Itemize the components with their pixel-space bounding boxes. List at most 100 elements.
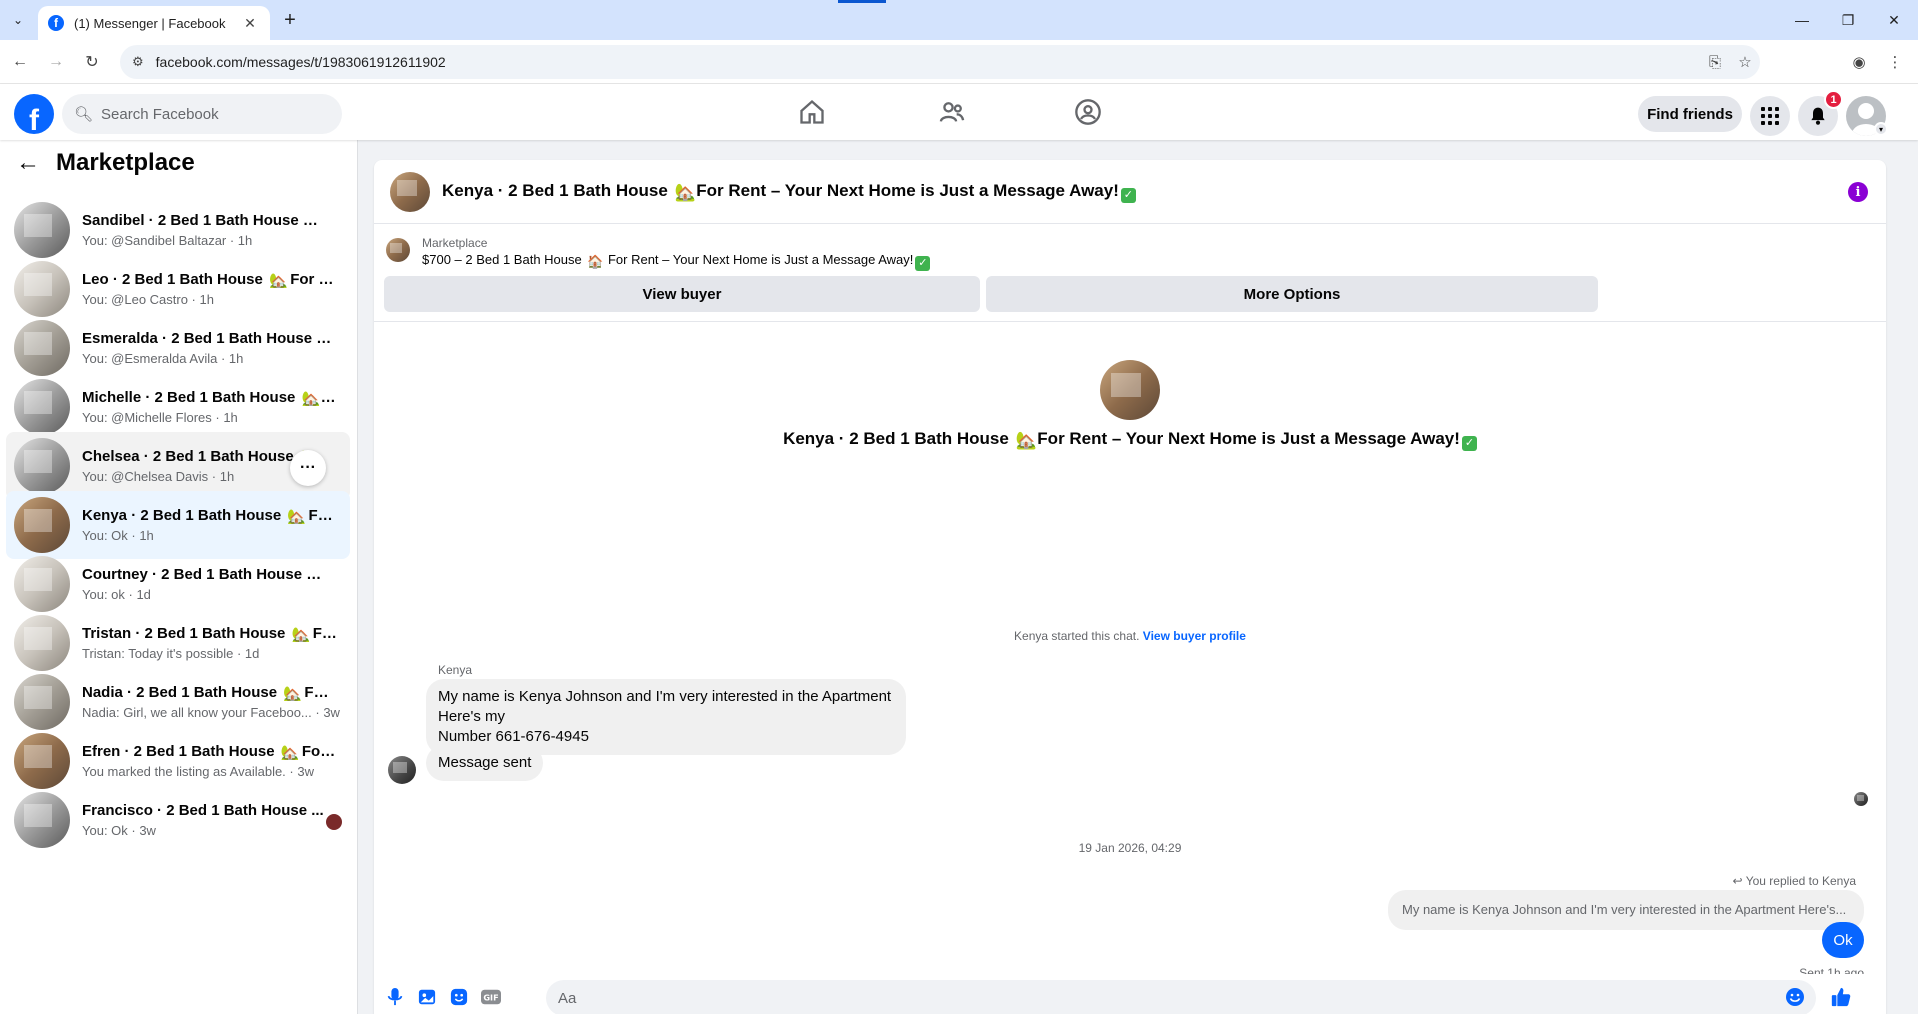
conversation-info-icon[interactable]: i bbox=[1848, 182, 1868, 202]
account-chevron-down-icon[interactable]: ▾ bbox=[1874, 122, 1888, 136]
friends-nav-icon[interactable] bbox=[932, 92, 972, 132]
search-icon: 🔍︎ bbox=[74, 106, 94, 123]
house-emoji-icon: 🏡 bbox=[318, 332, 337, 347]
sidebar-title: Marketplace bbox=[56, 149, 195, 176]
tab-search-chevron-icon[interactable]: ⌄ bbox=[6, 8, 30, 32]
conversation-item-sandibel[interactable]: Sandibel · 2 Bed 1 Bath House 🏡 F... You… bbox=[6, 196, 350, 264]
view-buyer-button[interactable]: View buyer bbox=[384, 276, 980, 312]
incoming-message-bubble[interactable]: My name is Kenya Johnson and I'm very in… bbox=[426, 679, 906, 755]
check-mark-emoji-icon: ✓ bbox=[915, 256, 931, 271]
conversation-item-courtney[interactable]: Courtney · 2 Bed 1 Bath House 🏡 ... You:… bbox=[6, 550, 350, 618]
url-text[interactable]: facebook.com/messages/t/1983061912611902 bbox=[156, 54, 1700, 70]
home-nav-icon[interactable] bbox=[792, 92, 832, 132]
search-input[interactable] bbox=[101, 105, 322, 123]
conversation-item-efren[interactable]: Efren · 2 Bed 1 Bath House 🏡 For ... You… bbox=[6, 727, 350, 795]
conversation-item-tristan[interactable]: Tristan · 2 Bed 1 Bath House 🏡 Fo... Tri… bbox=[6, 609, 350, 677]
quoted-message[interactable]: My name is Kenya Johnson and I'm very in… bbox=[1388, 890, 1864, 930]
conversation-name: Tristan · 2 Bed 1 Bath House 🏡 Fo... bbox=[82, 625, 337, 642]
conversation-avatar bbox=[14, 615, 70, 671]
conversation-name: Courtney · 2 Bed 1 Bath House 🏡 ... bbox=[82, 566, 337, 583]
browser-menu-icon[interactable]: ⋮ bbox=[1882, 50, 1908, 74]
back-arrow-icon[interactable]: ← bbox=[16, 149, 40, 177]
message-input[interactable] bbox=[546, 980, 1816, 1014]
groups-nav-icon[interactable] bbox=[1068, 92, 1108, 132]
facebook-favicon-icon: f bbox=[48, 15, 64, 31]
facebook-logo-icon[interactable]: f bbox=[14, 94, 54, 134]
conversation-name: Esmeralda · 2 Bed 1 Bath House 🏡 ... bbox=[82, 330, 337, 347]
outgoing-message-bubble[interactable]: Ok bbox=[1822, 922, 1864, 958]
restore-window-icon[interactable]: ❐ bbox=[1826, 0, 1870, 40]
conversation-item-kenya[interactable]: Kenya · 2 Bed 1 Bath House 🏡 For... You:… bbox=[6, 491, 350, 559]
facebook-search-box[interactable]: 🔍︎ bbox=[62, 94, 342, 134]
listing-title[interactable]: $700 – 2 Bed 1 Bath House 🏠 For Rent – Y… bbox=[422, 252, 931, 271]
conversation-item-nadia[interactable]: Nadia · 2 Bed 1 Bath House 🏡 For ... Nad… bbox=[6, 668, 350, 736]
house-emoji-icon: 🏡 bbox=[674, 182, 696, 202]
find-friends-button[interactable]: Find friends bbox=[1638, 96, 1742, 132]
close-window-icon[interactable]: ✕ bbox=[1872, 0, 1916, 40]
conversation-avatar bbox=[14, 438, 70, 494]
listing-thumbnail[interactable] bbox=[386, 238, 410, 262]
house-emoji-icon: 🏡 bbox=[283, 686, 302, 701]
conversation-item-francisco[interactable]: Francisco · 2 Bed 1 Bath House ... You: … bbox=[6, 786, 350, 854]
gif-icon[interactable]: GIF bbox=[480, 986, 502, 1008]
conversation-more-options-icon[interactable]: ··· bbox=[290, 450, 326, 486]
message-text-line: Number 661-676-4945 bbox=[438, 728, 589, 745]
install-app-icon[interactable]: ⎘ bbox=[1700, 54, 1730, 71]
site-info-icon[interactable]: ⚙ bbox=[132, 54, 144, 70]
conversation-avatar bbox=[14, 320, 70, 376]
conversation-name: Sandibel · 2 Bed 1 Bath House 🏡 F... bbox=[82, 212, 337, 229]
more-options-button[interactable]: More Options bbox=[986, 276, 1598, 312]
view-buyer-profile-link[interactable]: View buyer profile bbox=[1143, 629, 1246, 643]
incoming-message-bubble[interactable]: Message sent bbox=[426, 745, 544, 781]
house-emoji-icon: 🏡 bbox=[1015, 431, 1037, 450]
conversation-preview: You: Ok · 3w bbox=[82, 823, 156, 838]
sender-avatar[interactable] bbox=[388, 756, 416, 784]
forward-arrow-icon[interactable]: → bbox=[44, 50, 68, 74]
conversation-preview: You marked the listing as Available. · 3… bbox=[82, 764, 314, 779]
omnibox[interactable]: ⚙ facebook.com/messages/t/19830619126119… bbox=[120, 45, 1760, 79]
house-emoji-icon: 🏡 bbox=[269, 273, 288, 288]
facebook-header: f 🔍︎ Find friends 1 ▾ bbox=[0, 84, 1918, 140]
house-emoji-icon: 🏡 bbox=[287, 509, 307, 524]
chat-started-notice: Kenya started this chat. View buyer prof… bbox=[374, 629, 1886, 643]
profile-icon[interactable]: ◉ bbox=[1846, 50, 1872, 74]
seen-avatar bbox=[326, 814, 342, 830]
house-emoji-icon: 🏡 bbox=[291, 627, 311, 642]
chat-title[interactable]: Kenya · 2 Bed 1 Bath House 🏡 For Rent – … bbox=[442, 181, 1136, 203]
conversation-item-leo[interactable]: Leo · 2 Bed 1 Bath House 🏡 For R... You:… bbox=[6, 255, 350, 323]
intro-title: Kenya · 2 Bed 1 Bath House 🏡 For Rent – … bbox=[374, 429, 1886, 451]
check-mark-emoji-icon: ✓ bbox=[1120, 187, 1136, 203]
emoji-icon[interactable] bbox=[1784, 986, 1806, 1008]
conversation-item-chelsea[interactable]: Chelsea · 2 Bed 1 Bath House 🏡 You: @Che… bbox=[6, 432, 350, 500]
browser-tab-bar: ⌄ f (1) Messenger | Facebook ✕ + — ❐ ✕ bbox=[0, 0, 1918, 40]
photo-attach-icon[interactable] bbox=[416, 986, 438, 1008]
svg-text:GIF: GIF bbox=[483, 993, 498, 1003]
conversation-preview: You: ok · 1d bbox=[82, 587, 151, 602]
reload-icon[interactable]: ↻ bbox=[80, 50, 104, 74]
chat-header-avatar[interactable] bbox=[390, 171, 430, 212]
reply-arrow-icon: ↩︎ bbox=[1732, 874, 1746, 888]
tab-close-icon[interactable]: ✕ bbox=[240, 15, 260, 32]
new-tab-plus-icon[interactable]: + bbox=[278, 8, 302, 32]
browser-tab-messenger[interactable]: f (1) Messenger | Facebook ✕ bbox=[38, 6, 270, 40]
read-receipt-avatar bbox=[1854, 792, 1868, 806]
conversation-item-esmeralda[interactable]: Esmeralda · 2 Bed 1 Bath House 🏡 ... You… bbox=[6, 314, 350, 382]
conversation-avatar bbox=[14, 497, 70, 553]
menu-grid-icon[interactable] bbox=[1750, 96, 1790, 136]
minimize-window-icon[interactable]: — bbox=[1780, 0, 1824, 40]
house-emoji-icon: 🏡 bbox=[280, 745, 300, 760]
conversation-avatar bbox=[14, 674, 70, 730]
conversation-panel: Kenya · 2 Bed 1 Bath House 🏡 For Rent – … bbox=[374, 160, 1886, 1014]
thumbs-up-icon[interactable] bbox=[1830, 986, 1852, 1008]
microphone-icon[interactable] bbox=[384, 986, 406, 1008]
conversation-avatar bbox=[14, 792, 70, 848]
sticker-icon[interactable] bbox=[448, 986, 470, 1008]
conversation-item-michelle[interactable]: Michelle · 2 Bed 1 Bath House 🏡 F... You… bbox=[6, 373, 350, 441]
conversation-preview: Tristan: Today it's possible · 1d bbox=[82, 646, 260, 661]
back-arrow-icon[interactable]: ← bbox=[8, 50, 32, 74]
conversation-preview: You: @Sandibel Baltazar · 1h bbox=[82, 233, 253, 248]
intro-avatar[interactable] bbox=[1100, 360, 1160, 420]
date-separator: 19 Jan 2026, 04:29 bbox=[1078, 841, 1182, 855]
marketplace-listing-banner: Marketplace $700 – 2 Bed 1 Bath House 🏠 … bbox=[374, 224, 1886, 322]
bookmark-star-icon[interactable]: ☆ bbox=[1730, 53, 1760, 71]
